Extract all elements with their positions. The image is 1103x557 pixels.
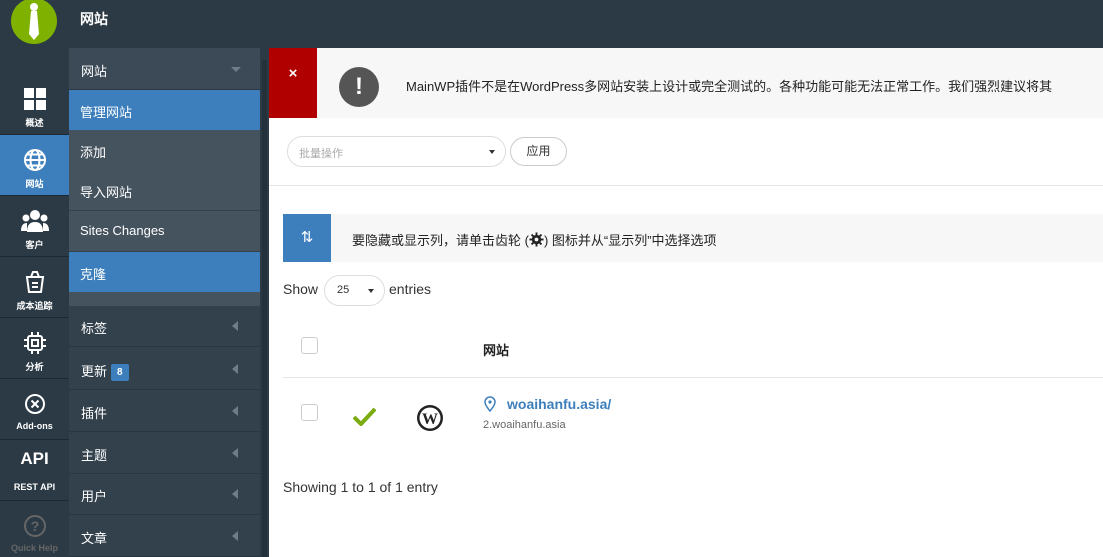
- close-icon[interactable]: ×: [269, 48, 317, 118]
- rail-item-sites[interactable]: 网站: [0, 135, 69, 196]
- chevron-down-icon: [231, 67, 241, 72]
- rail-label: 网站: [25, 179, 44, 189]
- table-info-text: Showing 1 to 1 of 1 entry: [283, 479, 438, 495]
- submenu-section-tags[interactable]: 标签: [69, 305, 260, 347]
- caret-down-icon: [368, 289, 374, 293]
- rail-label: 概述: [25, 118, 44, 128]
- submenu-spacer: [69, 292, 260, 306]
- icon-rail: 概述 网站 客户 成本追踪 分析 Add-ons API REST API ? …: [0, 48, 69, 557]
- submenu-item-sites-changes[interactable]: Sites Changes: [69, 211, 260, 251]
- status-ok-check-icon: [352, 407, 377, 431]
- help-icon: ?: [0, 514, 69, 538]
- notice-message: MainWP插件不是在WordPress多网站安装上设计或完全测试的。各种功能可…: [406, 79, 1053, 94]
- api-text-icon: API: [20, 449, 49, 468]
- location-pin-icon: [483, 396, 497, 417]
- submenu-item-add[interactable]: 添加: [69, 130, 260, 170]
- addons-icon: [0, 392, 69, 416]
- rail-label: REST API: [13, 482, 56, 492]
- bulk-actions-placeholder: 批量操作: [299, 148, 343, 160]
- exclamation-icon: !: [339, 67, 379, 107]
- svg-text:W: W: [422, 411, 438, 428]
- mainwp-logo[interactable]: [11, 0, 57, 44]
- rail-item-cost-tracker[interactable]: 成本追踪: [0, 257, 69, 318]
- row-checkbox[interactable]: [301, 404, 318, 421]
- apply-button[interactable]: 应用: [510, 137, 567, 166]
- rail-item-overview[interactable]: 概述: [0, 74, 69, 135]
- updates-count-badge: 8: [111, 364, 129, 381]
- submenu-heading-sites[interactable]: 网站: [69, 48, 260, 90]
- entries-length-value: 25: [337, 284, 350, 296]
- rail-item-addons[interactable]: Add-ons: [0, 379, 69, 440]
- chip-icon: [0, 331, 69, 355]
- caret-down-icon: [489, 150, 495, 154]
- chevron-left-icon: [232, 489, 238, 499]
- sites-submenu: 网站 管理网站 添加 导入网站 Sites Changes 克隆 标签 更新 8 …: [69, 48, 260, 557]
- submenu-section-updates[interactable]: 更新 8: [69, 348, 260, 390]
- chevron-left-icon: [232, 321, 238, 331]
- gear-icon: [529, 232, 544, 250]
- globe-icon: [0, 148, 69, 172]
- rail-label: Add-ons: [16, 421, 53, 431]
- rail-item-clients[interactable]: 客户: [0, 196, 69, 257]
- submenu-section-posts[interactable]: 文章: [69, 515, 260, 557]
- dashboard-icon: [0, 87, 69, 111]
- show-label: Show: [283, 281, 319, 297]
- submenu-item-manage-sites[interactable]: 管理网站: [69, 90, 260, 130]
- chevron-left-icon: [232, 448, 238, 458]
- entries-label: entries: [389, 281, 432, 297]
- submenu-scrollbar-thumb[interactable]: [262, 60, 267, 557]
- submenu-section-users[interactable]: 用户: [69, 473, 260, 515]
- svg-text:?: ?: [30, 518, 39, 534]
- info-message-text: 要隐藏或显示列，请单击齿轮 () 图标并从“显示列”中选择选项: [352, 232, 717, 250]
- cost-tracker-icon: [0, 270, 69, 294]
- submenu-section-themes[interactable]: 主题: [69, 432, 260, 474]
- column-info-message: ⇅ 要隐藏或显示列，请单击齿轮 () 图标并从“显示列”中选择选项: [283, 214, 1103, 262]
- chevron-left-icon: [232, 406, 238, 416]
- rail-label: 客户: [25, 240, 44, 250]
- site-url-text: 2.woaihanfu.asia: [483, 419, 566, 431]
- rail-item-rest-api[interactable]: API REST API: [0, 440, 69, 501]
- entries-length-select[interactable]: 25: [324, 275, 385, 306]
- chevron-left-icon: [232, 364, 238, 374]
- chevron-left-icon: [232, 531, 238, 541]
- rail-label: 分析: [25, 362, 44, 372]
- submenu-item-clone[interactable]: 克隆: [69, 252, 260, 292]
- column-header-site[interactable]: 网站: [483, 340, 509, 359]
- rail-item-analytics[interactable]: 分析: [0, 318, 69, 379]
- clients-icon: [0, 209, 69, 233]
- rail-label: 成本追踪: [16, 301, 53, 311]
- sort-arrows-icon: ⇅: [283, 214, 331, 262]
- rail-label: Quick Help: [10, 543, 58, 553]
- wordpress-icon[interactable]: W: [416, 404, 444, 437]
- table-header-divider: [283, 377, 1103, 378]
- submenu-section-plugins[interactable]: 插件: [69, 390, 260, 432]
- multisite-warning-notice: × ! MainWP插件不是在WordPress多网站安装上设计或完全测试的。各…: [269, 48, 1103, 118]
- site-name-link[interactable]: woaihanfu.asia/: [507, 396, 611, 412]
- bulk-actions-select[interactable]: 批量操作: [287, 136, 506, 167]
- rail-item-quick-help[interactable]: ? Quick Help: [0, 501, 69, 557]
- page-title: 网站: [80, 11, 108, 27]
- top-header: 网站: [0, 0, 1103, 48]
- submenu-item-import[interactable]: 导入网站: [69, 170, 260, 210]
- divider: [269, 185, 1103, 186]
- select-all-checkbox[interactable]: [301, 337, 318, 354]
